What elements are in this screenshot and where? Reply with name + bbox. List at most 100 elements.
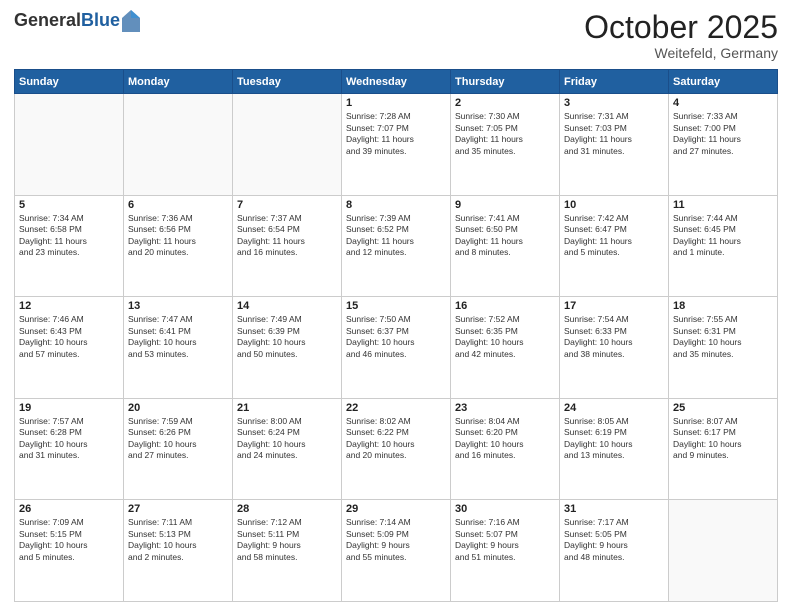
cell-line: Sunset: 6:20 PM <box>455 427 555 438</box>
calendar-cell: 8Sunrise: 7:39 AMSunset: 6:52 PMDaylight… <box>342 195 451 297</box>
calendar-cell <box>15 94 124 196</box>
cell-line: Sunset: 7:05 PM <box>455 123 555 134</box>
calendar-cell: 12Sunrise: 7:46 AMSunset: 6:43 PMDayligh… <box>15 297 124 399</box>
day-number: 23 <box>455 402 555 414</box>
cell-line: Sunrise: 7:11 AM <box>128 517 228 528</box>
cell-line: Sunrise: 7:09 AM <box>19 517 119 528</box>
calendar-cell: 2Sunrise: 7:30 AMSunset: 7:05 PMDaylight… <box>451 94 560 196</box>
day-header-monday: Monday <box>124 70 233 94</box>
cell-line: Sunrise: 7:17 AM <box>564 517 664 528</box>
day-number: 3 <box>564 97 664 109</box>
cell-line: Daylight: 11 hours <box>564 236 664 247</box>
cell-line: and 24 minutes. <box>237 450 337 461</box>
cell-line: Daylight: 11 hours <box>346 236 446 247</box>
cell-line: Sunrise: 7:59 AM <box>128 416 228 427</box>
cell-line: Sunrise: 7:42 AM <box>564 213 664 224</box>
calendar-cell: 24Sunrise: 8:05 AMSunset: 6:19 PMDayligh… <box>560 398 669 500</box>
calendar-week-1: 1Sunrise: 7:28 AMSunset: 7:07 PMDaylight… <box>15 94 778 196</box>
cell-line: Daylight: 9 hours <box>564 540 664 551</box>
cell-line: and 48 minutes. <box>564 552 664 563</box>
cell-line: Sunrise: 7:47 AM <box>128 314 228 325</box>
cell-line: Sunset: 7:03 PM <box>564 123 664 134</box>
cell-line: Sunset: 6:37 PM <box>346 326 446 337</box>
day-number: 31 <box>564 503 664 515</box>
cell-line: and 23 minutes. <box>19 247 119 258</box>
cell-line: Daylight: 10 hours <box>237 439 337 450</box>
cell-line: Sunrise: 7:31 AM <box>564 111 664 122</box>
cell-line: Sunset: 6:54 PM <box>237 224 337 235</box>
cell-line: and 31 minutes. <box>564 146 664 157</box>
cell-line: Daylight: 10 hours <box>346 439 446 450</box>
calendar-cell: 31Sunrise: 7:17 AMSunset: 5:05 PMDayligh… <box>560 500 669 602</box>
cell-line: Sunset: 6:19 PM <box>564 427 664 438</box>
cell-line: and 13 minutes. <box>564 450 664 461</box>
cell-line: Daylight: 10 hours <box>19 337 119 348</box>
cell-line: Sunset: 6:43 PM <box>19 326 119 337</box>
cell-line: Sunrise: 7:28 AM <box>346 111 446 122</box>
cell-line: Sunset: 6:45 PM <box>673 224 773 235</box>
day-number: 9 <box>455 199 555 211</box>
day-number: 4 <box>673 97 773 109</box>
cell-line: Sunrise: 7:46 AM <box>19 314 119 325</box>
cell-line: and 55 minutes. <box>346 552 446 563</box>
cell-line: Sunset: 5:13 PM <box>128 529 228 540</box>
day-number: 5 <box>19 199 119 211</box>
cell-line: Sunrise: 8:05 AM <box>564 416 664 427</box>
cell-line: Daylight: 10 hours <box>237 337 337 348</box>
day-number: 19 <box>19 402 119 414</box>
day-number: 29 <box>346 503 446 515</box>
cell-line: and 27 minutes. <box>128 450 228 461</box>
cell-line: Daylight: 10 hours <box>128 337 228 348</box>
calendar-cell: 23Sunrise: 8:04 AMSunset: 6:20 PMDayligh… <box>451 398 560 500</box>
cell-line: Daylight: 10 hours <box>564 337 664 348</box>
calendar-cell: 14Sunrise: 7:49 AMSunset: 6:39 PMDayligh… <box>233 297 342 399</box>
calendar-cell <box>233 94 342 196</box>
cell-line: Sunrise: 8:00 AM <box>237 416 337 427</box>
cell-line: Sunrise: 7:39 AM <box>346 213 446 224</box>
cell-line: and 16 minutes. <box>455 450 555 461</box>
day-number: 10 <box>564 199 664 211</box>
cell-line: Sunset: 6:56 PM <box>128 224 228 235</box>
cell-line: Sunset: 6:50 PM <box>455 224 555 235</box>
logo-general-text: GeneralBlue <box>14 11 120 31</box>
cell-line: Daylight: 11 hours <box>128 236 228 247</box>
cell-line: Sunrise: 7:50 AM <box>346 314 446 325</box>
cell-line: Daylight: 11 hours <box>237 236 337 247</box>
cell-line: Sunrise: 8:07 AM <box>673 416 773 427</box>
cell-line: Daylight: 10 hours <box>564 439 664 450</box>
cell-line: Sunrise: 7:14 AM <box>346 517 446 528</box>
calendar-cell: 18Sunrise: 7:55 AMSunset: 6:31 PMDayligh… <box>669 297 778 399</box>
cell-line: Daylight: 10 hours <box>346 337 446 348</box>
day-header-tuesday: Tuesday <box>233 70 342 94</box>
calendar-cell: 5Sunrise: 7:34 AMSunset: 6:58 PMDaylight… <box>15 195 124 297</box>
cell-line: and 35 minutes. <box>455 146 555 157</box>
cell-line: Sunset: 6:31 PM <box>673 326 773 337</box>
day-number: 1 <box>346 97 446 109</box>
cell-line: Sunrise: 7:30 AM <box>455 111 555 122</box>
cell-line: and 38 minutes. <box>564 349 664 360</box>
cell-line: Daylight: 10 hours <box>673 337 773 348</box>
calendar-week-4: 19Sunrise: 7:57 AMSunset: 6:28 PMDayligh… <box>15 398 778 500</box>
day-header-friday: Friday <box>560 70 669 94</box>
cell-line: and 1 minute. <box>673 247 773 258</box>
calendar-cell: 16Sunrise: 7:52 AMSunset: 6:35 PMDayligh… <box>451 297 560 399</box>
day-number: 8 <box>346 199 446 211</box>
calendar-cell: 20Sunrise: 7:59 AMSunset: 6:26 PMDayligh… <box>124 398 233 500</box>
day-number: 25 <box>673 402 773 414</box>
calendar-cell: 28Sunrise: 7:12 AMSunset: 5:11 PMDayligh… <box>233 500 342 602</box>
cell-line: Sunrise: 7:52 AM <box>455 314 555 325</box>
calendar-cell: 30Sunrise: 7:16 AMSunset: 5:07 PMDayligh… <box>451 500 560 602</box>
calendar-week-3: 12Sunrise: 7:46 AMSunset: 6:43 PMDayligh… <box>15 297 778 399</box>
cell-line: Daylight: 11 hours <box>455 236 555 247</box>
day-number: 15 <box>346 300 446 312</box>
calendar-cell <box>669 500 778 602</box>
day-number: 26 <box>19 503 119 515</box>
cell-line: and 46 minutes. <box>346 349 446 360</box>
cell-line: Sunset: 6:47 PM <box>564 224 664 235</box>
cell-line: Sunrise: 7:34 AM <box>19 213 119 224</box>
cell-line: Daylight: 10 hours <box>19 540 119 551</box>
month-title: October 2025 <box>584 10 778 45</box>
cell-line: and 12 minutes. <box>346 247 446 258</box>
cell-line: Sunset: 5:09 PM <box>346 529 446 540</box>
cell-line: Sunrise: 7:16 AM <box>455 517 555 528</box>
